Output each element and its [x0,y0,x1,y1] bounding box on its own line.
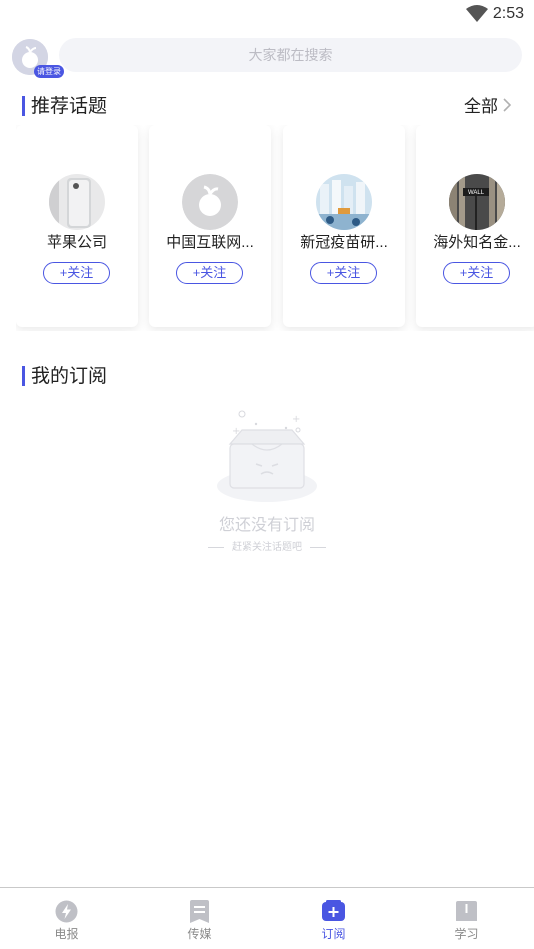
topic-name: 中国互联网... [166,234,254,251]
follow-button[interactable]: +关注 [43,262,110,284]
recommended-title: 推荐话题 [31,95,108,117]
tab-telegraph[interactable]: 电报 [0,888,133,949]
recommended-section-title: 推荐话题 [22,92,108,117]
topic-name: 苹果公司 [46,234,107,251]
topic-name: 海外知名金... [433,234,521,251]
follow-button[interactable]: +关注 [443,262,510,284]
book-icon [456,901,477,921]
all-topics-label: 全部 [464,97,498,116]
follow-button[interactable]: +关注 [310,262,377,284]
subscriptions-section-title: 我的订阅 [22,362,108,387]
tab-label: 电报 [54,927,79,941]
document-icon [190,900,209,923]
all-topics-link[interactable]: 全部 [464,92,512,117]
wifi-icon [466,5,488,22]
tab-label: 订阅 [321,927,346,941]
topic-name: 新冠疫苗研... [300,234,388,251]
tab-label: 学习 [454,927,479,941]
vaccine-vials-photo [316,174,372,230]
status-bar: 2:53 [0,0,534,30]
follow-button[interactable]: +关注 [176,262,243,284]
title-accent-bar [22,366,25,386]
title-accent-bar [22,96,25,116]
svg-text:WALL: WALL [468,190,485,196]
bottom-tab-bar: 电报 传媒 订阅 学习 [0,887,534,949]
search-bar[interactable]: 大家都在搜索 [59,38,522,72]
empty-title: 您还没有订阅 [218,515,315,534]
topic-card[interactable]: WALL 海外知名金... +关注 [416,125,534,327]
empty-box-icon: + + [217,410,317,502]
empty-subtitle-text: 赶紧关注话题吧 [232,542,302,553]
tab-label: 传媒 [187,927,212,941]
iphone-photo [49,174,105,230]
placeholder-logo [182,174,238,230]
tab-subscribe[interactable]: 订阅 [267,888,400,949]
add-icon [322,900,345,921]
search-placeholder: 大家都在搜索 [248,47,333,63]
svg-text:+: + [292,414,300,425]
topic-card[interactable]: 中国互联网... +关注 [149,125,271,327]
tab-media[interactable]: 传媒 [133,888,266,949]
empty-subtitle: 赶紧关注话题吧 [0,538,534,553]
chevron-right-icon [503,97,512,112]
lightning-icon [55,900,78,923]
status-time: 2:53 [492,5,524,22]
tab-learning[interactable]: 学习 [400,888,533,949]
wall-street-sign-photo: WALL [449,174,505,230]
topic-card[interactable]: 新冠疫苗研... +关注 [283,125,405,327]
empty-state: + + 您还没有订阅 赶紧关注话题吧 [0,400,534,560]
subscriptions-title: 我的订阅 [31,365,108,387]
topic-card[interactable]: 苹果公司 +关注 [16,125,138,327]
topic-cards: 苹果公司 +关注 中国互联网... +关注 新冠疫苗研... +关注 WALL … [16,125,534,331]
